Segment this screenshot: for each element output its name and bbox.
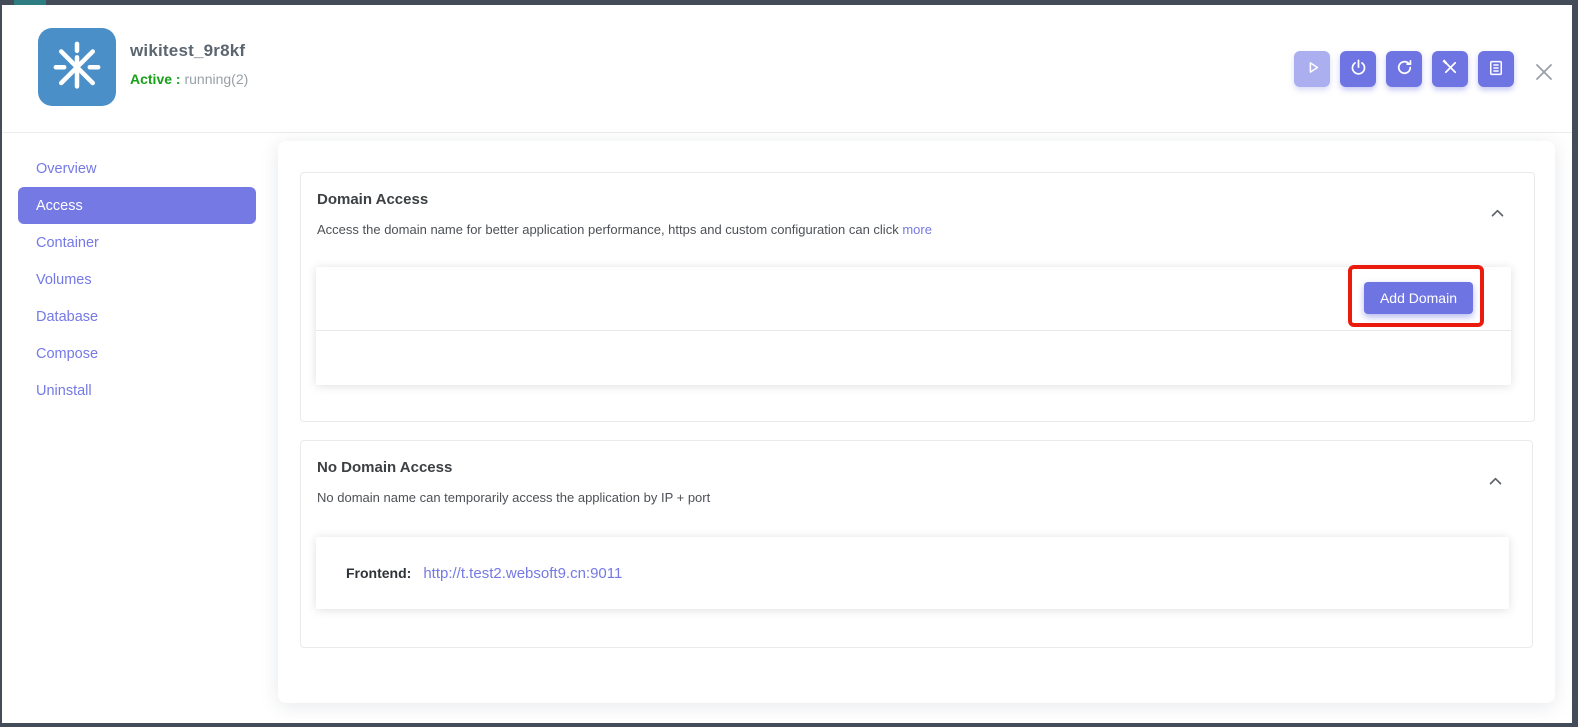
chevron-up-icon xyxy=(1487,478,1504,493)
tools-icon xyxy=(1441,58,1460,80)
frontend-access-panel: Frontend: http://t.test2.websoft9.cn:901… xyxy=(316,537,1509,609)
sidebar: Overview Access Container Volumes Databa… xyxy=(18,150,256,409)
chevron-up-icon xyxy=(1489,210,1506,225)
header-action-buttons xyxy=(1294,51,1514,87)
domain-access-description-text: Access the domain name for better applic… xyxy=(317,222,902,237)
document-icon xyxy=(1487,59,1505,80)
frontend-url-link[interactable]: http://t.test2.websoft9.cn:9011 xyxy=(423,565,622,582)
asterisk-logo-icon xyxy=(50,38,104,97)
power-icon xyxy=(1349,58,1368,80)
logs-button[interactable] xyxy=(1478,51,1514,87)
domain-access-title: Domain Access xyxy=(317,191,428,208)
app-status: Active : running(2) xyxy=(130,71,248,87)
status-label: Active : xyxy=(130,71,181,87)
close-button[interactable] xyxy=(1530,59,1558,87)
domain-access-description: Access the domain name for better applic… xyxy=(317,222,932,237)
more-link[interactable]: more xyxy=(902,222,932,237)
stop-button[interactable] xyxy=(1340,51,1376,87)
app-header: wikitest_9r8kf Active : running(2) xyxy=(2,5,1572,133)
sidebar-item-container[interactable]: Container xyxy=(18,224,256,261)
frontend-label: Frontend: xyxy=(346,565,411,581)
play-icon xyxy=(1304,59,1321,79)
domain-access-collapse-button[interactable] xyxy=(1489,205,1506,225)
app-logo xyxy=(38,28,116,106)
app-title: wikitest_9r8kf xyxy=(130,41,245,61)
domain-toolbar-row: Add Domain xyxy=(316,267,1511,331)
main-panel: Domain Access Access the domain name for… xyxy=(278,141,1555,703)
repair-button[interactable] xyxy=(1432,51,1468,87)
close-icon xyxy=(1532,60,1556,87)
domain-empty-row xyxy=(316,331,1511,384)
start-button[interactable] xyxy=(1294,51,1330,87)
no-domain-access-description: No domain name can temporarily access th… xyxy=(317,490,710,505)
sidebar-item-uninstall[interactable]: Uninstall xyxy=(18,372,256,409)
app-modal: wikitest_9r8kf Active : running(2) xyxy=(2,5,1572,723)
status-value: running(2) xyxy=(184,71,248,87)
domain-table-panel: Add Domain xyxy=(316,267,1511,385)
sidebar-item-database[interactable]: Database xyxy=(18,298,256,335)
sidebar-item-access[interactable]: Access xyxy=(18,187,256,224)
sidebar-item-volumes[interactable]: Volumes xyxy=(18,261,256,298)
window-frame: wikitest_9r8kf Active : running(2) xyxy=(0,0,1578,727)
add-domain-button[interactable]: Add Domain xyxy=(1364,282,1473,314)
sidebar-item-compose[interactable]: Compose xyxy=(18,335,256,372)
domain-access-card: Domain Access Access the domain name for… xyxy=(300,172,1535,422)
no-domain-access-collapse-button[interactable] xyxy=(1487,473,1504,493)
restart-button[interactable] xyxy=(1386,51,1422,87)
refresh-icon xyxy=(1395,58,1414,80)
sidebar-item-overview[interactable]: Overview xyxy=(18,150,256,187)
no-domain-access-card: No Domain Access No domain name can temp… xyxy=(300,440,1533,648)
no-domain-access-title: No Domain Access xyxy=(317,459,452,476)
